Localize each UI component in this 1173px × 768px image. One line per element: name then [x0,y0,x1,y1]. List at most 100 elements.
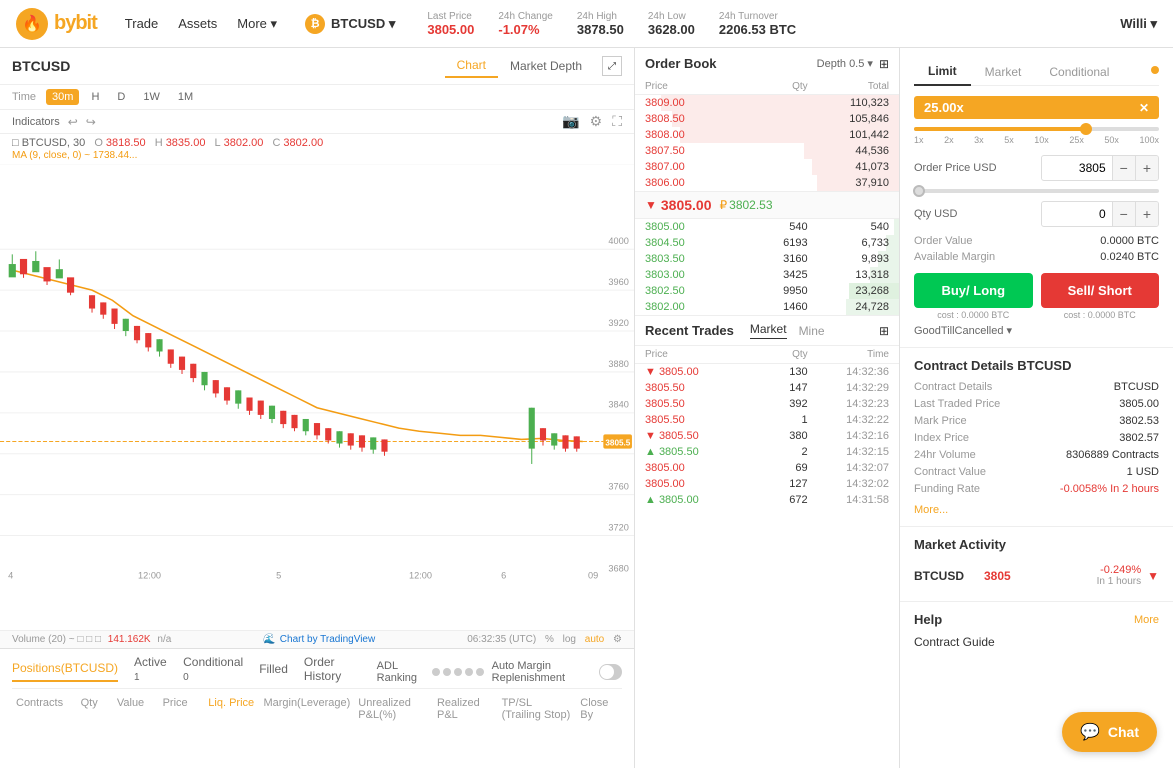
tab-order-history[interactable]: Order History [304,655,361,688]
fullscreen-icon[interactable]: ⛶ [612,113,622,130]
pair-selector[interactable]: ₿ BTCUSD ▾ [305,14,395,34]
ma-row[interactable]: BTCUSD 3805 -0.249% In 1 hours ▼ [914,560,1159,591]
buy-long-button[interactable]: Buy/ Long [914,273,1033,308]
order-tab-conditional[interactable]: Conditional [1035,59,1123,85]
price-minus-btn[interactable]: − [1112,156,1135,180]
trade-row[interactable]: 3805.00 69 14:32:07 [635,460,899,476]
qty-input[interactable]: − + [1041,201,1159,227]
chart-settings-icon[interactable]: ⚙ [613,634,622,645]
ob-buy-row[interactable]: 3802.00 1460 24,728 [635,299,899,315]
ob-sell-row[interactable]: 3807.00 41,073 [635,159,899,175]
order-buttons: Buy/ Long cost : 0.0000 BTC Sell/ Short … [914,273,1159,320]
stat-change-value: -1.07% [498,22,553,37]
tab-filled[interactable]: Filled [259,662,288,681]
detail-row-3: Mark Price 3802.53 [914,415,1159,427]
ob-buy-row[interactable]: 3805.00 540 540 [635,219,899,235]
chat-button[interactable]: 💬 Chat [1062,712,1157,752]
ob-sell-row[interactable]: 3806.00 37,910 [635,175,899,191]
stat-last-price: Last Price 3805.00 [427,11,474,37]
order-tab-market[interactable]: Market [971,59,1036,85]
tv-label: Chart by TradingView [280,634,375,645]
ob-sell-row[interactable]: 3807.50 44,536 [635,143,899,159]
logo-icon: 🔥 [16,8,48,40]
time-label: Time [12,91,36,103]
ob-columns: Price Qty Total [635,79,899,95]
sell-short-button[interactable]: Sell/ Short [1041,273,1160,308]
trades-expand-icon[interactable]: ⊞ [879,324,889,338]
ob-depth-selector[interactable]: Depth 0.5 ▾ [817,57,873,70]
tab-market-depth[interactable]: Market Depth [498,55,594,77]
tab-positions[interactable]: Positions(BTCUSD) [12,661,118,682]
ob-buy-row[interactable]: 3803.50 3160 9,893 [635,251,899,267]
ob-title: Order Book [645,56,717,71]
trade-row[interactable]: ▲ 3805.00 672 14:31:58 [635,492,899,508]
trade-row[interactable]: 3805.50 1 14:32:22 [635,412,899,428]
ob-buy-row[interactable]: 3804.50 6193 6,733 [635,235,899,251]
log-btn[interactable]: log [563,634,576,645]
trade-row[interactable]: ▲ 3805.50 2 14:32:15 [635,444,899,460]
trade-row[interactable]: 3805.50 147 14:32:29 [635,380,899,396]
leverage-section: 25.00x ✕ 1x2x3x5x10x25x50x100x [914,96,1159,145]
stat-turnover: 24h Turnover 2206.53 BTC [719,11,796,37]
price-plus-btn[interactable]: + [1135,156,1158,180]
nav-assets[interactable]: Assets [178,16,217,31]
chart-expand-icon[interactable]: ⤢ [602,56,622,76]
qty-plus-btn[interactable]: + [1135,202,1158,226]
tab-chart[interactable]: Chart [445,54,498,78]
time-H[interactable]: H [85,89,105,105]
orderbook-panel: Order Book Depth 0.5 ▾ ⊞ Price Qty Total… [635,48,899,316]
nav-trade[interactable]: Trade [125,16,158,31]
time-1M[interactable]: 1M [172,89,199,105]
tab-active[interactable]: Active 1 [134,655,167,688]
qty-field[interactable] [1042,203,1112,225]
ob-buy-row[interactable]: 3803.00 3425 13,318 [635,267,899,283]
screenshot-icon[interactable]: 📷 [562,113,579,130]
undo-icon[interactable]: ↩ [68,115,78,129]
volume-value: 141.162K [108,634,151,645]
qty-slider-thumb[interactable] [913,185,925,197]
good-till-selector[interactable]: GoodTillCancelled ▾ [914,324,1159,337]
qty-minus-btn[interactable]: − [1112,202,1135,226]
leverage-display[interactable]: 25.00x ✕ [914,96,1159,119]
ob-icon[interactable]: ⊞ [879,57,889,71]
time-30m[interactable]: 30m [46,89,79,105]
order-price-input[interactable]: − + [1041,155,1159,181]
pct-btn[interactable]: % [545,634,554,645]
amr-label: Auto Margin Replenishment [492,660,591,684]
time-D[interactable]: D [111,89,131,105]
ob-sell-row[interactable]: 3809.00 110,323 [635,95,899,111]
ma-change: -0.249% [1097,564,1141,576]
order-price-field[interactable] [1042,157,1112,179]
chart-area: 4000 3960 3920 3880 3840 3800 3760 3720 … [0,165,634,630]
contract-guide-link[interactable]: Contract Guide [914,635,1159,649]
tab-conditional[interactable]: Conditional 0 [183,655,243,688]
amr-toggle[interactable] [599,664,622,680]
time-controls: Time 30m H D 1W 1M [0,85,634,110]
ob-buys: 3805.00 540 540 3804.50 6193 6,733 3803.… [635,219,899,315]
time-1W[interactable]: 1W [137,89,166,105]
trade-row[interactable]: 3805.00 127 14:32:02 [635,476,899,492]
trade-row[interactable]: ▼ 3805.50 380 14:32:16 [635,428,899,444]
logo[interactable]: 🔥 bybit [16,8,97,40]
redo-icon[interactable]: ↪ [86,115,96,129]
indicators-label[interactable]: Indicators [12,116,60,128]
help-more-link[interactable]: More [1134,614,1159,626]
positions-panel: Positions(BTCUSD) Active 1 Conditional 0… [0,648,634,768]
contract-more-link[interactable]: More... [914,504,948,516]
ohlc-open: 3818.50 [106,137,146,149]
trade-row[interactable]: ▼ 3805.00 130 14:32:36 [635,364,899,380]
trades-tab-mine[interactable]: Mine [799,324,825,338]
ob-sell-row[interactable]: 3808.00 101,442 [635,127,899,143]
trade-row[interactable]: 3805.50 392 14:32:23 [635,396,899,412]
order-tab-limit[interactable]: Limit [914,58,971,86]
auto-btn[interactable]: auto [585,634,604,645]
ohlc-close: 3802.00 [283,137,323,149]
user-section[interactable]: Willi ▾ [1120,16,1157,32]
leverage-thumb[interactable] [1080,123,1092,135]
nav-more[interactable]: More ▾ [237,16,277,32]
spread-mark-icon: ₽ [720,198,728,212]
trades-tab-market[interactable]: Market [750,322,787,339]
ob-sell-row[interactable]: 3808.50 105,846 [635,111,899,127]
settings-icon[interactable]: ⚙ [590,113,603,130]
ob-buy-row[interactable]: 3802.50 9950 23,268 [635,283,899,299]
